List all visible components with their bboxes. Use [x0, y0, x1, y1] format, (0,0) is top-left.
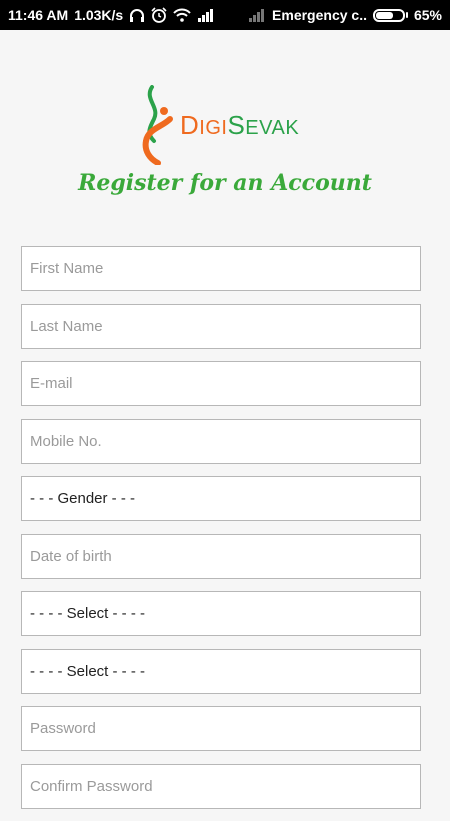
register-screen: DIGISEVAK Register for an Account First … — [0, 30, 450, 809]
select-dropdown-1[interactable]: - - - - Select - - - - — [21, 591, 421, 636]
mobile-field[interactable]: Mobile No. — [21, 418, 421, 464]
headphones-icon — [129, 8, 145, 22]
status-right: Emergency c.. 65% — [248, 7, 442, 23]
wifi-icon — [173, 8, 191, 22]
status-left: 11:46 AM 1.03K/s — [8, 7, 215, 23]
battery-icon — [372, 8, 408, 22]
logo-figure-icon — [142, 85, 173, 165]
logo-wordmark: DIGISEVAK — [180, 110, 300, 140]
dob-field[interactable]: Date of birth — [21, 533, 421, 579]
digisevak-logo: DIGISEVAK — [140, 85, 320, 165]
alarm-icon — [151, 7, 167, 23]
page-title: Register for an Account — [78, 170, 372, 196]
network-speed: 1.03K/s — [74, 7, 124, 23]
confirm-password-field[interactable]: Confirm Password — [21, 763, 421, 809]
gender-select[interactable]: - - - Gender - - - — [21, 476, 421, 521]
status-time: 11:46 AM — [8, 7, 69, 23]
select-dropdown-2[interactable]: - - - - Select - - - - — [21, 648, 421, 694]
status-bar: 11:46 AM 1.03K/s Emergency c.. 65% — [0, 0, 450, 30]
battery-level — [375, 11, 393, 19]
battery-percent: 65% — [413, 7, 442, 23]
last-name-field[interactable]: Last Name — [21, 303, 421, 349]
email-field[interactable]: E-mail — [21, 361, 421, 406]
password-field[interactable]: Password — [21, 706, 421, 751]
no-signal-icon — [248, 8, 266, 22]
registration-form: First Name Last Name E-mail Mobile No. -… — [21, 246, 421, 821]
first-name-field[interactable]: First Name — [21, 246, 421, 291]
signal-icon — [197, 8, 215, 22]
carrier-name: Emergency c.. — [272, 7, 367, 23]
